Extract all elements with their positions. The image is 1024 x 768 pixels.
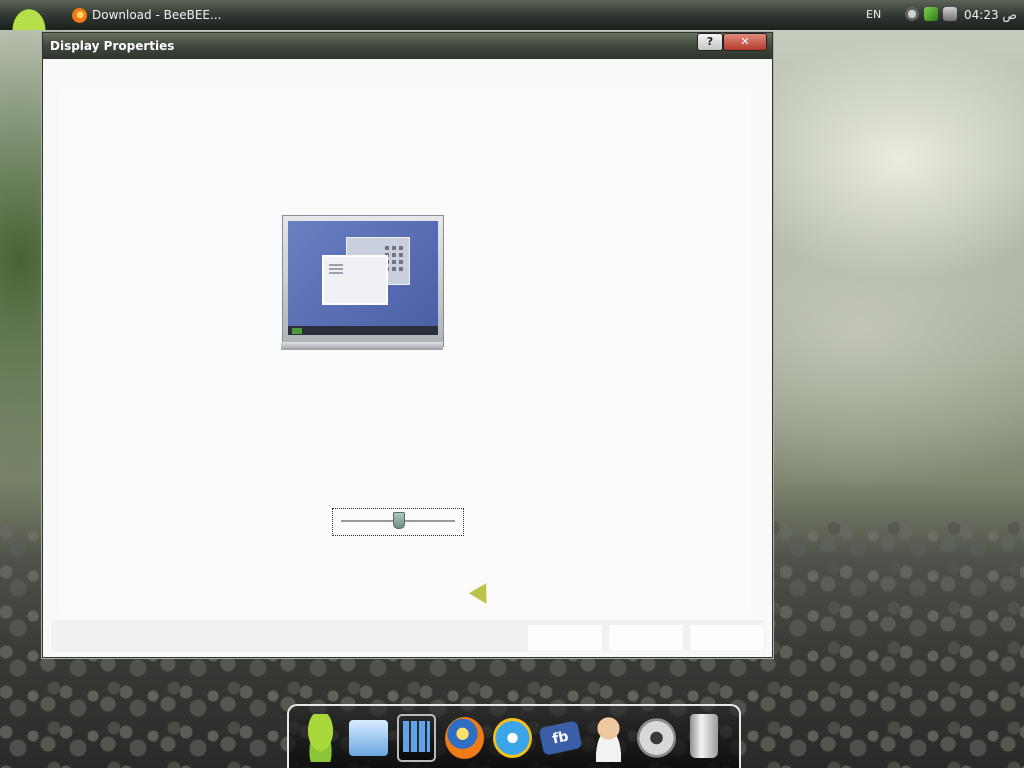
preview-window-front	[322, 255, 388, 305]
monitor-screen	[288, 221, 438, 335]
support-agent-icon[interactable]	[589, 714, 628, 762]
help-button[interactable]: ?	[697, 33, 723, 51]
trash-icon[interactable]	[690, 714, 718, 758]
top-taskbar: Download - BeeBEE... EN ص 04:23	[0, 0, 1024, 30]
button-bar	[51, 620, 765, 652]
clock[interactable]: ص 04:23	[964, 8, 1017, 22]
sync-icon[interactable]	[905, 7, 919, 21]
preview-taskbar	[288, 326, 438, 335]
settings-gear-icon[interactable]	[637, 718, 676, 758]
resolution-slider[interactable]	[332, 508, 464, 536]
ok-button[interactable]	[527, 624, 603, 652]
window-title: Display Properties	[50, 39, 175, 53]
system-tray	[905, 7, 957, 21]
close-button[interactable]: ✕	[723, 33, 767, 51]
slider-thumb[interactable]	[393, 512, 405, 529]
facebook-icon[interactable]: fb	[538, 720, 583, 756]
internet-explorer-icon[interactable]	[493, 718, 532, 758]
dock: fb	[287, 704, 741, 768]
monitor-preview	[281, 215, 444, 350]
taskbar-item-label: Download - BeeBEE...	[92, 8, 222, 22]
android-start-icon[interactable]	[10, 6, 48, 30]
network-tray-icon[interactable]	[943, 7, 957, 21]
language-indicator[interactable]: EN	[866, 8, 881, 21]
window-client-area	[44, 60, 771, 656]
apply-button[interactable]	[689, 624, 765, 652]
cancel-button[interactable]	[608, 624, 684, 652]
monitor-base	[281, 342, 443, 350]
settings-panel	[59, 89, 751, 615]
tablet-icon[interactable]	[397, 714, 436, 762]
shield-icon[interactable]	[924, 7, 938, 21]
android-icon[interactable]	[301, 714, 340, 762]
firefox-icon[interactable]	[445, 717, 484, 759]
network-icon[interactable]	[349, 720, 388, 756]
title-bar[interactable]: Display Properties ? ✕	[43, 33, 772, 59]
display-properties-window: Display Properties ? ✕	[42, 32, 773, 658]
taskbar-item-firefox[interactable]: Download - BeeBEE...	[72, 6, 221, 24]
firefox-icon	[72, 7, 87, 23]
mouse-cursor-icon	[468, 583, 496, 609]
